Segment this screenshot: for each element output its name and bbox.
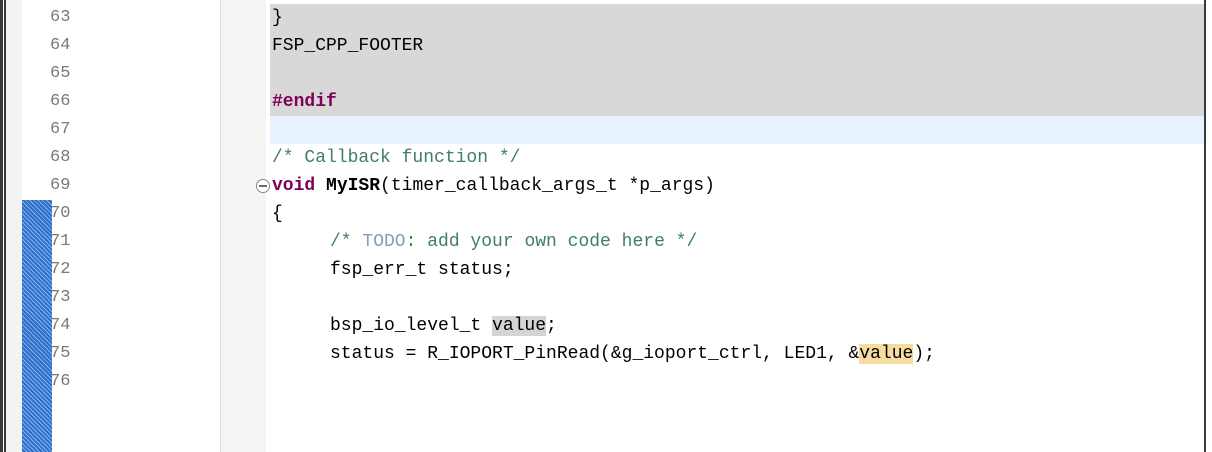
comment-open: /* (330, 232, 363, 252)
line-number: 65 (50, 64, 71, 83)
inactive-code-highlight (270, 4, 1204, 32)
todo-tag: TODO (362, 232, 406, 252)
function-name: MyISR (326, 176, 381, 196)
code-line: 75 status = R_IOPORT_PinRead(&g_ioport_c… (0, 340, 1204, 368)
code-line: 65 (0, 60, 1204, 88)
code-line: 69 void MyISR(timer_callback_args_t *p_a… (0, 172, 1204, 200)
preprocessor-keyword: #endif (272, 92, 337, 112)
code-text[interactable]: #endif (272, 88, 337, 116)
code-line: 66 #endif (0, 88, 1204, 116)
code-line-current: 67 (0, 116, 1204, 144)
line-number: 68 (50, 148, 71, 167)
code-text[interactable]: bsp_io_level_t value; (330, 312, 557, 340)
line-number: 72 (50, 260, 71, 279)
code-line: 72 fsp_err_t status; (0, 256, 1204, 284)
comment-text[interactable]: /* TODO: add your own code here */ (330, 228, 697, 256)
comment-text[interactable]: /* Callback function */ (272, 144, 520, 172)
line-number: 74 (50, 316, 71, 335)
code-line: 71 /* TODO: add your own code here */ (0, 228, 1204, 256)
line-number: 67 (50, 120, 71, 139)
function-params: (timer_callback_args_t *p_args) (380, 176, 715, 196)
code-editor-window: 63 } 64 FSP_CPP_FOOTER 65 66 #endif 67 6… (0, 0, 1212, 452)
line-number: 71 (50, 232, 71, 251)
code-text[interactable]: void MyISR(timer_callback_args_t *p_args… (272, 172, 715, 200)
code-line: 68 /* Callback function */ (0, 144, 1204, 172)
code-segment: bsp_io_level_t (330, 316, 493, 336)
type-keyword: void (272, 176, 316, 196)
line-number: 66 (50, 92, 71, 111)
line-number: 63 (50, 8, 71, 27)
code-line: 73 (0, 284, 1204, 312)
line-number: 70 (50, 204, 71, 223)
current-line-highlight (270, 116, 1204, 144)
write-occurrence-highlight[interactable]: value (859, 344, 914, 364)
code-line: 70 { (0, 200, 1204, 228)
window-right-border (1204, 0, 1206, 452)
code-line: 74 bsp_io_level_t value; (0, 312, 1204, 340)
occurrence-highlight[interactable]: value (492, 316, 547, 336)
code-text[interactable]: status = R_IOPORT_PinRead(&g_ioport_ctrl… (330, 340, 935, 368)
code-line: 76 (0, 368, 1204, 396)
code-line: 64 FSP_CPP_FOOTER (0, 32, 1204, 60)
inactive-code-highlight (270, 88, 1204, 116)
code-text[interactable]: FSP_CPP_FOOTER (272, 32, 423, 60)
code-segment: status = R_IOPORT_PinRead(&g_ioport_ctrl… (330, 344, 860, 364)
inactive-code-highlight (270, 60, 1204, 88)
code-line: 63 } (0, 4, 1204, 32)
line-number: 64 (50, 36, 71, 55)
code-text[interactable]: fsp_err_t status; (330, 256, 514, 284)
collapse-fold-icon[interactable] (256, 179, 270, 193)
line-number: 75 (50, 344, 71, 363)
code-segment: ); (913, 344, 935, 364)
code-segment: ; (546, 316, 557, 336)
comment-rest: : add your own code here */ (405, 232, 698, 252)
code-text[interactable]: { (272, 200, 283, 228)
line-number: 73 (50, 288, 71, 307)
code-text[interactable]: } (272, 4, 283, 32)
line-number: 69 (50, 176, 71, 195)
line-number: 76 (50, 372, 71, 391)
